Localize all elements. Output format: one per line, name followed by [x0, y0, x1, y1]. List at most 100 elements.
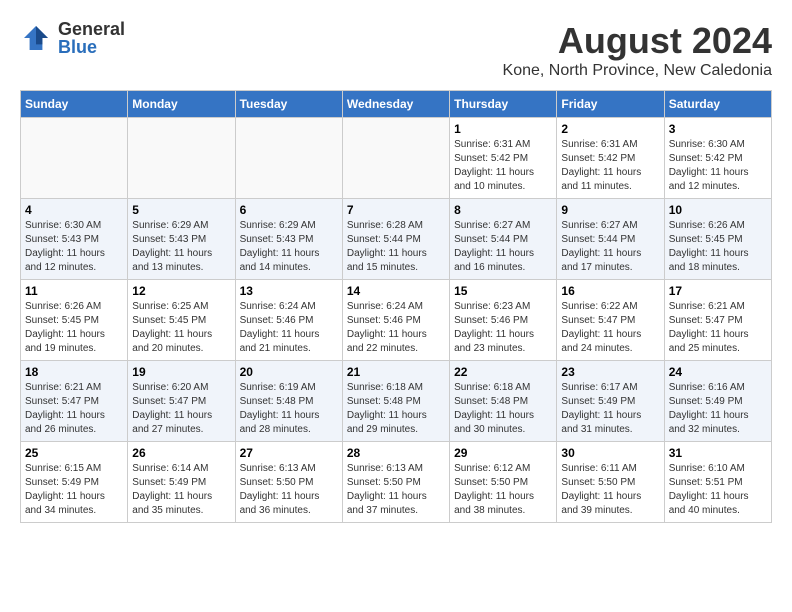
calendar-table: SundayMondayTuesdayWednesdayThursdayFrid…	[20, 90, 772, 523]
day-info: Sunrise: 6:31 AM Sunset: 5:42 PM Dayligh…	[454, 138, 552, 194]
day-number: 7	[347, 203, 445, 217]
calendar-week-row: 4 Sunrise: 6:30 AM Sunset: 5:43 PM Daylig…	[21, 199, 772, 280]
weekday-header: Wednesday	[342, 91, 449, 118]
day-info: Sunrise: 6:10 AM Sunset: 5:51 PM Dayligh…	[669, 462, 767, 518]
calendar-cell: 18Sunrise: 6:21 AM Sunset: 5:47 PM Dayli…	[21, 361, 128, 442]
page-header: General Blue August 2024 Kone, North Pro…	[20, 20, 772, 80]
day-number: 21	[347, 365, 445, 379]
day-info: Sunrise: 6:25 AM Sunset: 5:45 PM Dayligh…	[132, 300, 230, 356]
day-info: Sunrise: 6:26 AM Sunset: 5:45 PM Dayligh…	[669, 219, 767, 275]
day-info: Sunrise: 6:17 AM Sunset: 5:49 PM Dayligh…	[561, 381, 659, 437]
day-info: Sunrise: 6:12 AM Sunset: 5:50 PM Dayligh…	[454, 462, 552, 518]
calendar-week-row: 1 Sunrise: 6:31 AM Sunset: 5:42 PM Daylig…	[21, 118, 772, 199]
day-info: Sunrise: 6:13 AM Sunset: 5:50 PM Dayligh…	[240, 462, 338, 518]
day-info: Sunrise: 6:30 AM Sunset: 5:42 PM Dayligh…	[669, 138, 767, 194]
calendar-cell	[342, 118, 449, 199]
calendar-cell: 31Sunrise: 6:10 AM Sunset: 5:51 PM Dayli…	[664, 442, 771, 523]
calendar-cell: 28 Sunrise: 6:13 AM Sunset: 5:50 PM Dayli…	[342, 442, 449, 523]
calendar-cell: 9Sunrise: 6:27 AM Sunset: 5:44 PM Daylig…	[557, 199, 664, 280]
day-info: Sunrise: 6:22 AM Sunset: 5:47 PM Dayligh…	[561, 300, 659, 356]
logo-general: General	[58, 20, 125, 38]
calendar-cell: 19Sunrise: 6:20 AM Sunset: 5:47 PM Dayli…	[128, 361, 235, 442]
calendar-cell: 5Sunrise: 6:29 AM Sunset: 5:43 PM Daylig…	[128, 199, 235, 280]
day-number: 26	[132, 446, 230, 460]
weekday-header: Saturday	[664, 91, 771, 118]
day-number: 13	[240, 284, 338, 298]
day-number: 5	[132, 203, 230, 217]
calendar-cell: 24 Sunrise: 6:16 AM Sunset: 5:49 PM Dayli…	[664, 361, 771, 442]
day-number: 24	[669, 365, 767, 379]
day-number: 16	[561, 284, 659, 298]
calendar-cell: 23 Sunrise: 6:17 AM Sunset: 5:49 PM Dayli…	[557, 361, 664, 442]
calendar-cell: 17 Sunrise: 6:21 AM Sunset: 5:47 PM Dayli…	[664, 280, 771, 361]
day-number: 19	[132, 365, 230, 379]
weekday-header: Sunday	[21, 91, 128, 118]
calendar-cell	[235, 118, 342, 199]
day-info: Sunrise: 6:16 AM Sunset: 5:49 PM Dayligh…	[669, 381, 767, 437]
title-block: August 2024 Kone, North Province, New Ca…	[503, 20, 772, 80]
calendar-cell: 1 Sunrise: 6:31 AM Sunset: 5:42 PM Daylig…	[450, 118, 557, 199]
calendar-cell: 20Sunrise: 6:19 AM Sunset: 5:48 PM Dayli…	[235, 361, 342, 442]
day-info: Sunrise: 6:15 AM Sunset: 5:49 PM Dayligh…	[25, 462, 123, 518]
day-info: Sunrise: 6:24 AM Sunset: 5:46 PM Dayligh…	[347, 300, 445, 356]
location-title: Kone, North Province, New Caledonia	[503, 62, 772, 80]
weekday-header: Friday	[557, 91, 664, 118]
day-info: Sunrise: 6:13 AM Sunset: 5:50 PM Dayligh…	[347, 462, 445, 518]
logo-icon	[20, 22, 52, 54]
calendar-header-row: SundayMondayTuesdayWednesdayThursdayFrid…	[21, 91, 772, 118]
day-info: Sunrise: 6:18 AM Sunset: 5:48 PM Dayligh…	[347, 381, 445, 437]
day-info: Sunrise: 6:29 AM Sunset: 5:43 PM Dayligh…	[240, 219, 338, 275]
calendar-cell: 4 Sunrise: 6:30 AM Sunset: 5:43 PM Daylig…	[21, 199, 128, 280]
day-info: Sunrise: 6:31 AM Sunset: 5:42 PM Dayligh…	[561, 138, 659, 194]
day-number: 17	[669, 284, 767, 298]
day-number: 15	[454, 284, 552, 298]
day-info: Sunrise: 6:30 AM Sunset: 5:43 PM Dayligh…	[25, 219, 123, 275]
day-number: 11	[25, 284, 123, 298]
day-info: Sunrise: 6:23 AM Sunset: 5:46 PM Dayligh…	[454, 300, 552, 356]
logo: General Blue	[20, 20, 125, 56]
calendar-week-row: 11Sunrise: 6:26 AM Sunset: 5:45 PM Dayli…	[21, 280, 772, 361]
day-number: 27	[240, 446, 338, 460]
calendar-cell: 2 Sunrise: 6:31 AM Sunset: 5:42 PM Daylig…	[557, 118, 664, 199]
calendar-cell: 21 Sunrise: 6:18 AM Sunset: 5:48 PM Dayli…	[342, 361, 449, 442]
calendar-cell	[21, 118, 128, 199]
day-info: Sunrise: 6:21 AM Sunset: 5:47 PM Dayligh…	[669, 300, 767, 356]
weekday-header: Monday	[128, 91, 235, 118]
day-info: Sunrise: 6:14 AM Sunset: 5:49 PM Dayligh…	[132, 462, 230, 518]
day-number: 23	[561, 365, 659, 379]
day-number: 12	[132, 284, 230, 298]
day-info: Sunrise: 6:19 AM Sunset: 5:48 PM Dayligh…	[240, 381, 338, 437]
day-info: Sunrise: 6:27 AM Sunset: 5:44 PM Dayligh…	[454, 219, 552, 275]
calendar-cell: 15 Sunrise: 6:23 AM Sunset: 5:46 PM Dayli…	[450, 280, 557, 361]
month-title: August 2024	[503, 20, 772, 62]
calendar-cell: 22 Sunrise: 6:18 AM Sunset: 5:48 PM Dayli…	[450, 361, 557, 442]
logo-text: General Blue	[58, 20, 125, 56]
calendar-cell: 27 Sunrise: 6:13 AM Sunset: 5:50 PM Dayli…	[235, 442, 342, 523]
calendar-week-row: 25Sunrise: 6:15 AM Sunset: 5:49 PM Dayli…	[21, 442, 772, 523]
day-number: 2	[561, 122, 659, 136]
day-number: 10	[669, 203, 767, 217]
calendar-cell: 30 Sunrise: 6:11 AM Sunset: 5:50 PM Dayli…	[557, 442, 664, 523]
logo-blue: Blue	[58, 38, 125, 56]
weekday-header: Thursday	[450, 91, 557, 118]
day-number: 22	[454, 365, 552, 379]
day-info: Sunrise: 6:28 AM Sunset: 5:44 PM Dayligh…	[347, 219, 445, 275]
calendar-cell	[128, 118, 235, 199]
calendar-week-row: 18Sunrise: 6:21 AM Sunset: 5:47 PM Dayli…	[21, 361, 772, 442]
day-info: Sunrise: 6:24 AM Sunset: 5:46 PM Dayligh…	[240, 300, 338, 356]
weekday-header: Tuesday	[235, 91, 342, 118]
calendar-cell: 12 Sunrise: 6:25 AM Sunset: 5:45 PM Dayli…	[128, 280, 235, 361]
day-number: 28	[347, 446, 445, 460]
day-info: Sunrise: 6:18 AM Sunset: 5:48 PM Dayligh…	[454, 381, 552, 437]
day-info: Sunrise: 6:11 AM Sunset: 5:50 PM Dayligh…	[561, 462, 659, 518]
day-number: 4	[25, 203, 123, 217]
day-number: 3	[669, 122, 767, 136]
calendar-cell: 25Sunrise: 6:15 AM Sunset: 5:49 PM Dayli…	[21, 442, 128, 523]
day-number: 6	[240, 203, 338, 217]
calendar-cell: 26 Sunrise: 6:14 AM Sunset: 5:49 PM Dayli…	[128, 442, 235, 523]
day-number: 1	[454, 122, 552, 136]
calendar-cell: 11Sunrise: 6:26 AM Sunset: 5:45 PM Dayli…	[21, 280, 128, 361]
calendar-cell: 14 Sunrise: 6:24 AM Sunset: 5:46 PM Dayli…	[342, 280, 449, 361]
day-number: 30	[561, 446, 659, 460]
day-number: 14	[347, 284, 445, 298]
